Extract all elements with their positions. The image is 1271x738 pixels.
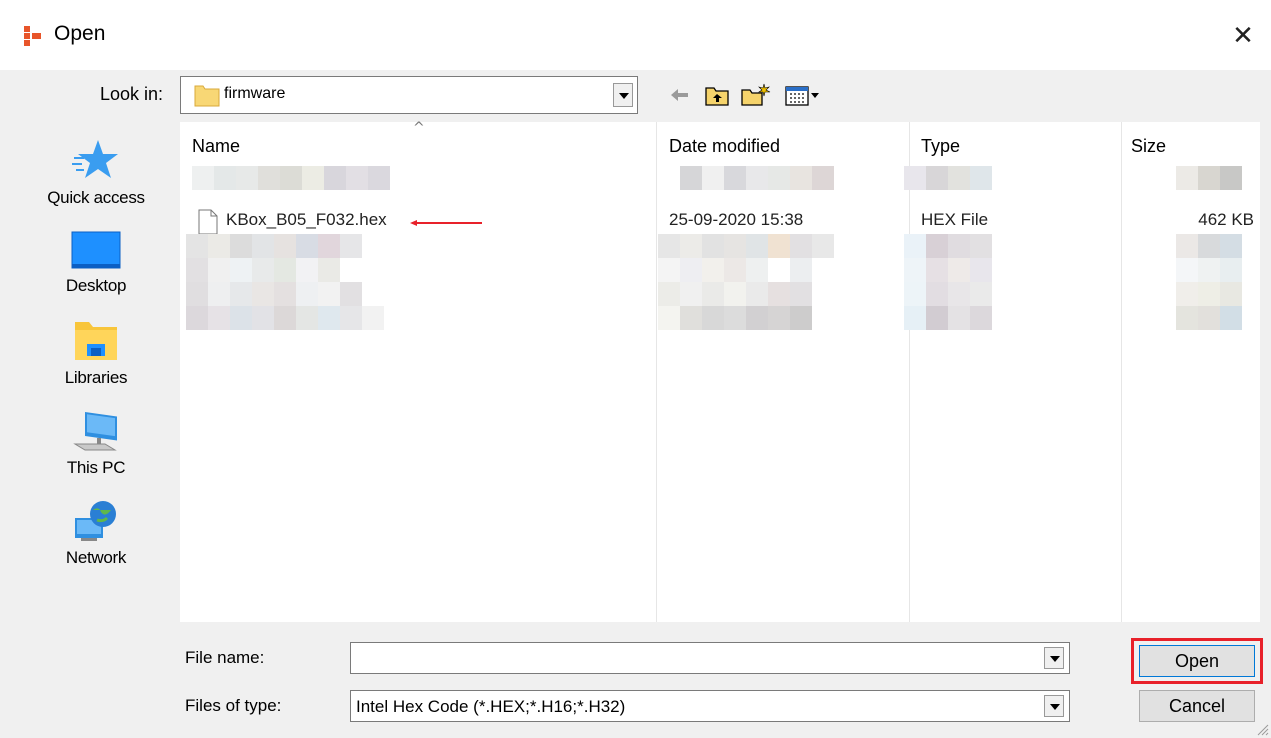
up-folder-icon[interactable] — [704, 83, 730, 107]
lookin-label: Look in: — [100, 84, 164, 104]
filetype-label: Files of type: — [185, 696, 282, 715]
lookin-combo[interactable]: firmware — [180, 76, 638, 114]
obscured-rows — [186, 234, 428, 330]
back-arrow-icon[interactable] — [668, 83, 690, 107]
filename-label: File name: — [185, 648, 265, 667]
file-list[interactable]: ^ Name Date modified Type Size KBox_B05_… — [180, 120, 1260, 622]
new-folder-icon[interactable] — [740, 83, 772, 107]
chevron-down-icon[interactable] — [1044, 695, 1064, 717]
resize-grip-icon[interactable] — [1255, 722, 1269, 736]
place-desktop[interactable]: Desktop — [18, 228, 174, 296]
obscured-rows — [904, 234, 1014, 330]
close-icon: ✕ — [1232, 21, 1254, 51]
places-bar: Quick access Desktop Libraries This PC N… — [18, 122, 174, 622]
place-quick-access[interactable]: Quick access — [18, 136, 174, 208]
place-network[interactable]: Network — [18, 498, 174, 568]
computer-icon — [73, 411, 117, 451]
lookin-value: firmware — [224, 85, 286, 102]
window-title: Open — [54, 22, 106, 45]
obscured-row — [192, 166, 412, 190]
filetype-value: Intel Hex Code (*.HEX;*.H16;*.H32) — [356, 697, 626, 716]
annotation-arrow-icon — [410, 220, 482, 226]
column-header-size[interactable]: Size — [1131, 136, 1166, 157]
cancel-button[interactable]: Cancel — [1139, 690, 1255, 722]
place-libraries[interactable]: Libraries — [18, 318, 174, 388]
close-button[interactable]: ✕ — [1220, 14, 1266, 58]
obscured-rows — [658, 234, 834, 330]
sort-ascending-icon: ^ — [413, 120, 425, 136]
column-separator — [909, 122, 910, 622]
obscured-row — [904, 166, 992, 190]
file-date: 25-09-2020 15:38 — [669, 210, 804, 229]
chevron-down-icon[interactable] — [613, 83, 633, 107]
column-header-type[interactable]: Type — [921, 136, 960, 157]
place-label: Desktop — [65, 276, 127, 295]
folder-icon — [194, 85, 220, 107]
column-separator — [1121, 122, 1122, 622]
obscured-row — [658, 166, 834, 190]
place-this-pc[interactable]: This PC — [18, 408, 174, 478]
file-name: KBox_B05_F032.hex — [226, 210, 387, 229]
place-label: Libraries — [64, 368, 128, 387]
place-label: Quick access — [47, 188, 145, 207]
highlight-box — [1131, 638, 1263, 684]
file-type: HEX File — [921, 210, 989, 229]
column-header-name[interactable]: Name — [192, 136, 240, 157]
file-size: 462 KB — [1198, 210, 1254, 229]
column-separator — [656, 122, 657, 622]
place-label: Network — [65, 548, 127, 567]
obscured-row — [1176, 166, 1242, 190]
network-icon — [75, 501, 116, 541]
chevron-down-icon[interactable] — [1044, 647, 1064, 669]
desktop-icon — [71, 231, 121, 269]
column-header-date[interactable]: Date modified — [669, 136, 780, 157]
libraries-icon — [75, 322, 117, 360]
app-icon — [24, 26, 41, 46]
place-label: This PC — [66, 458, 126, 477]
filetype-select[interactable]: Intel Hex Code (*.HEX;*.H16;*.H32) — [350, 690, 1070, 722]
view-menu-icon[interactable] — [784, 83, 820, 107]
file-icon — [198, 209, 218, 235]
star-icon — [72, 140, 118, 178]
filename-input[interactable] — [350, 642, 1070, 674]
obscured-rows — [1176, 234, 1254, 330]
title-bar: Open ✕ — [0, 0, 1271, 70]
file-row[interactable]: KBox_B05_F032.hex 25-09-2020 15:38 HEX F… — [180, 208, 1260, 236]
